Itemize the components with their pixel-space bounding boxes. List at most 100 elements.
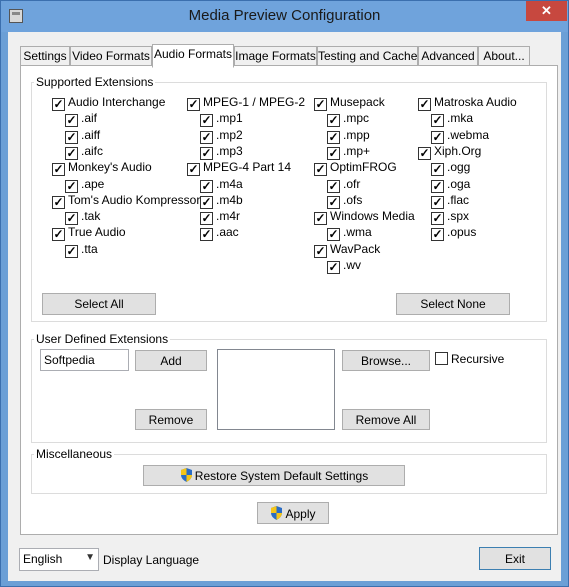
extension-checkbox[interactable]: ✓ .mp1 — [200, 111, 243, 128]
select-none-button[interactable]: Select None — [396, 293, 510, 315]
restore-defaults-button[interactable]: Restore System Default Settings — [143, 465, 405, 486]
checkmark-icon[interactable]: ✓ — [314, 244, 327, 258]
checkmark-icon[interactable]: ✓ — [314, 98, 327, 111]
extension-checkbox[interactable]: ✓ .spx — [431, 209, 469, 226]
checkmark-icon[interactable]: ✓ — [65, 179, 78, 193]
format-checkbox[interactable]: ✓ True Audio — [52, 225, 126, 242]
checkmark-icon[interactable]: ✓ — [327, 261, 340, 274]
checkmark-icon[interactable]: ✓ — [200, 130, 213, 144]
checkmark-icon[interactable]: ✓ — [200, 179, 213, 193]
format-checkbox[interactable]: ✓ MPEG-4 Part 14 — [187, 160, 291, 177]
extension-checkbox[interactable]: ✓ .m4a — [200, 177, 243, 193]
extension-checkbox[interactable]: ✓ .m4r — [200, 209, 240, 226]
checkmark-icon[interactable]: ✓ — [327, 146, 340, 160]
checkmark-icon[interactable]: ✓ — [418, 98, 431, 111]
tab-video-formats[interactable]: Video Formats — [70, 46, 152, 66]
select-all-button[interactable]: Select All — [42, 293, 156, 315]
format-checkbox[interactable]: ✓ Windows Media — [314, 209, 415, 226]
extension-checkbox[interactable]: ✓ .aifc — [65, 144, 103, 160]
format-checkbox[interactable]: ✓ Musepack — [314, 95, 385, 111]
checkmark-icon[interactable]: ✓ — [431, 212, 444, 226]
checkmark-icon[interactable]: ✓ — [327, 179, 340, 193]
checkmark-icon[interactable]: ✓ — [187, 98, 200, 111]
format-checkbox[interactable]: ✓ WavPack — [314, 242, 380, 258]
extension-checkbox[interactable]: ✓ .mpp — [327, 128, 370, 144]
tab-audio-formats[interactable]: Audio Formats — [152, 44, 234, 68]
title-bar[interactable]: Media Preview Configuration ✕ — [1, 1, 568, 32]
extension-checkbox[interactable]: ✓ .aiff — [65, 128, 100, 144]
checkmark-icon[interactable]: ✓ — [431, 195, 444, 209]
tab-about[interactable]: About... — [478, 46, 530, 66]
tab-advanced[interactable]: Advanced — [418, 46, 478, 66]
recursive-checkbox[interactable]: Recursive — [435, 352, 504, 368]
checkmark-icon[interactable]: ✓ — [52, 195, 65, 209]
tab-testing-and-cache[interactable]: Testing and Cache — [317, 46, 418, 66]
checkmark-icon[interactable]: ✓ — [65, 146, 78, 160]
checkmark-icon[interactable]: ✓ — [431, 163, 444, 177]
extension-checkbox[interactable]: ✓ .ofr — [327, 177, 360, 193]
checkmark-icon[interactable]: ✓ — [65, 114, 78, 128]
checkmark-icon[interactable]: ✓ — [200, 146, 213, 160]
checkmark-icon[interactable]: ✓ — [65, 244, 78, 258]
extension-checkbox[interactable]: ✓ .tta — [65, 242, 98, 258]
format-checkbox[interactable]: ✓ Matroska Audio — [418, 95, 517, 111]
extension-checkbox[interactable]: ✓ .aif — [65, 111, 97, 128]
extension-checkbox[interactable]: ✓ .aac — [200, 225, 239, 242]
checkmark-icon[interactable]: ✓ — [431, 130, 444, 144]
checkmark-icon[interactable]: ✓ — [187, 163, 200, 177]
language-select[interactable]: English ▼ — [19, 548, 99, 571]
recursive-checkbox-box[interactable] — [435, 352, 448, 365]
checkmark-icon[interactable]: ✓ — [200, 195, 213, 209]
extension-checkbox[interactable]: ✓ .ape — [65, 177, 104, 193]
checkmark-icon[interactable]: ✓ — [52, 163, 65, 177]
extension-checkbox[interactable]: ✓ .flac — [431, 193, 469, 209]
remove-button[interactable]: Remove — [135, 409, 207, 430]
add-button[interactable]: Add — [135, 350, 207, 371]
exit-button[interactable]: Exit — [479, 547, 551, 570]
format-checkbox[interactable]: ✓ Tom's Audio Kompressor — [52, 193, 200, 209]
format-checkbox[interactable]: ✓ Xiph.Org — [418, 144, 481, 160]
checkmark-icon[interactable]: ✓ — [200, 114, 213, 128]
extension-checkbox[interactable]: ✓ .webma — [431, 128, 489, 144]
checkmark-icon[interactable]: ✓ — [200, 212, 213, 226]
extension-checkbox[interactable]: ✓ .ogg — [431, 160, 470, 177]
extension-input[interactable] — [40, 349, 129, 371]
checkmark-icon[interactable]: ✓ — [314, 212, 327, 226]
checkmark-icon[interactable]: ✓ — [431, 179, 444, 193]
extensions-listbox[interactable] — [217, 349, 335, 430]
checkmark-icon[interactable]: ✓ — [418, 146, 431, 160]
tab-settings[interactable]: Settings — [20, 46, 70, 66]
checkmark-icon[interactable]: ✓ — [327, 114, 340, 128]
extension-checkbox[interactable]: ✓ .m4b — [200, 193, 243, 209]
remove-all-button[interactable]: Remove All — [342, 409, 430, 430]
checkmark-icon[interactable]: ✓ — [52, 98, 65, 111]
format-checkbox[interactable]: ✓ OptimFROG — [314, 160, 397, 177]
extension-checkbox[interactable]: ✓ .mp2 — [200, 128, 243, 144]
checkmark-icon[interactable]: ✓ — [431, 228, 444, 242]
format-checkbox[interactable]: ✓ Monkey's Audio — [52, 160, 152, 177]
extension-checkbox[interactable]: ✓ .mpc — [327, 111, 369, 128]
extension-checkbox[interactable]: ✓ .mp+ — [327, 144, 370, 160]
extension-checkbox[interactable]: ✓ .wv — [327, 258, 361, 274]
checkmark-icon[interactable]: ✓ — [327, 130, 340, 144]
extension-checkbox[interactable]: ✓ .mp3 — [200, 144, 243, 160]
checkmark-icon[interactable]: ✓ — [327, 195, 340, 209]
close-button[interactable]: ✕ — [526, 1, 567, 21]
checkmark-icon[interactable]: ✓ — [65, 212, 78, 226]
browse-button[interactable]: Browse... — [342, 350, 430, 371]
checkmark-icon[interactable]: ✓ — [65, 130, 78, 144]
checkmark-icon[interactable]: ✓ — [200, 228, 213, 242]
apply-button[interactable]: Apply — [257, 502, 329, 524]
format-checkbox[interactable]: ✓ MPEG-1 / MPEG-2 — [187, 95, 305, 111]
extension-checkbox[interactable]: ✓ .opus — [431, 225, 476, 242]
extension-checkbox[interactable]: ✓ .ofs — [327, 193, 362, 209]
extension-checkbox[interactable]: ✓ .tak — [65, 209, 100, 226]
extension-checkbox[interactable]: ✓ .mka — [431, 111, 473, 128]
checkmark-icon[interactable]: ✓ — [314, 163, 327, 177]
extension-checkbox[interactable]: ✓ .oga — [431, 177, 470, 193]
tab-image-formats[interactable]: Image Formats — [234, 46, 317, 66]
format-checkbox[interactable]: ✓ Audio Interchange — [52, 95, 165, 111]
extension-checkbox[interactable]: ✓ .wma — [327, 225, 372, 242]
checkmark-icon[interactable]: ✓ — [431, 114, 444, 128]
checkmark-icon[interactable]: ✓ — [327, 228, 340, 242]
